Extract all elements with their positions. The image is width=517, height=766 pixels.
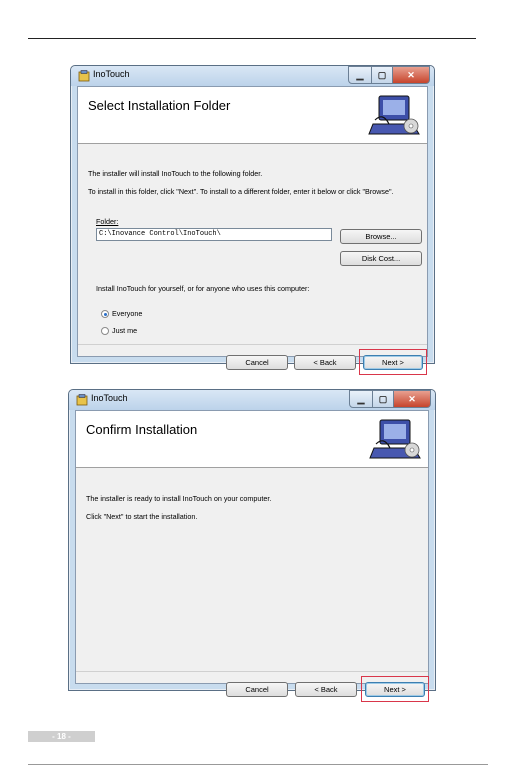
maximize-icon: ▢ — [377, 69, 387, 80]
top-rule — [28, 38, 476, 39]
minimize-button[interactable]: ▁ — [349, 390, 373, 408]
cancel-button[interactable]: Cancel — [226, 682, 288, 697]
window-client: Confirm Installation The installer is re… — [75, 410, 429, 702]
folder-label: Folder: — [96, 217, 119, 226]
close-icon: ✕ — [407, 69, 415, 80]
installer-app-icon — [76, 394, 88, 406]
computer-cd-icon — [368, 95, 420, 135]
close-button[interactable]: ✕ — [392, 66, 430, 84]
maximize-icon: ▢ — [378, 393, 388, 404]
click-next-text: Click "Next" to start the installation. — [86, 512, 198, 521]
ready-text: The installer is ready to install InoTou… — [86, 494, 272, 503]
instructions-text: To install in this folder, click "Next".… — [88, 187, 394, 196]
back-button[interactable]: < Back — [295, 682, 357, 697]
page-number: - 18 - — [28, 731, 95, 742]
footer-separator — [76, 671, 428, 672]
maximize-button[interactable]: ▢ — [371, 66, 393, 84]
radio-selected-dot — [103, 312, 107, 316]
radio-everyone-label: Everyone — [112, 309, 143, 318]
back-button[interactable]: < Back — [294, 355, 356, 370]
radio-everyone[interactable] — [101, 310, 109, 318]
next-button[interactable]: Next > — [363, 355, 423, 370]
page-title: Confirm Installation — [86, 422, 198, 437]
cancel-button[interactable]: Cancel — [226, 355, 288, 370]
wizard-header: Confirm Installation — [76, 411, 428, 468]
installer-window-confirm: InoTouch ▁ ▢ ✕ Confirm Installation The … — [68, 389, 436, 702]
window-title: InoTouch — [91, 393, 128, 403]
install-for-text: Install InoTouch for yourself, or for an… — [96, 284, 310, 293]
installer-app-icon — [78, 70, 90, 82]
radio-just-me[interactable] — [101, 327, 109, 335]
minimize-button[interactable]: ▁ — [348, 66, 372, 84]
title-bar[interactable]: InoTouch ▁ ▢ ✕ — [69, 390, 435, 410]
window-title: InoTouch — [93, 69, 130, 79]
maximize-button[interactable]: ▢ — [372, 390, 394, 408]
minimize-icon: ▁ — [357, 393, 365, 404]
computer-cd-icon — [369, 419, 421, 459]
page-title: Select Installation Folder — [88, 98, 231, 113]
window-client: Select Installation Folder The installer… — [77, 86, 428, 375]
minimize-icon: ▁ — [356, 69, 364, 80]
close-button[interactable]: ✕ — [393, 390, 431, 408]
close-icon: ✕ — [408, 393, 416, 404]
title-bar[interactable]: InoTouch ▁ ▢ ✕ — [71, 66, 434, 86]
folder-input[interactable]: C:\Inovance Control\InoTouch\ — [96, 228, 332, 241]
browse-button[interactable]: Browse... — [340, 229, 422, 244]
radio-just-me-label: Just me — [112, 326, 138, 335]
bottom-rule — [28, 764, 488, 765]
disk-cost-button[interactable]: Disk Cost... — [340, 251, 422, 266]
footer-separator — [78, 344, 427, 345]
next-button[interactable]: Next > — [365, 682, 425, 697]
wizard-header: Select Installation Folder — [78, 87, 427, 144]
installer-window-select-folder: InoTouch ▁ ▢ ✕ Select Installation Folde… — [70, 65, 435, 375]
intro-text: The installer will install InoTouch to t… — [88, 169, 263, 178]
